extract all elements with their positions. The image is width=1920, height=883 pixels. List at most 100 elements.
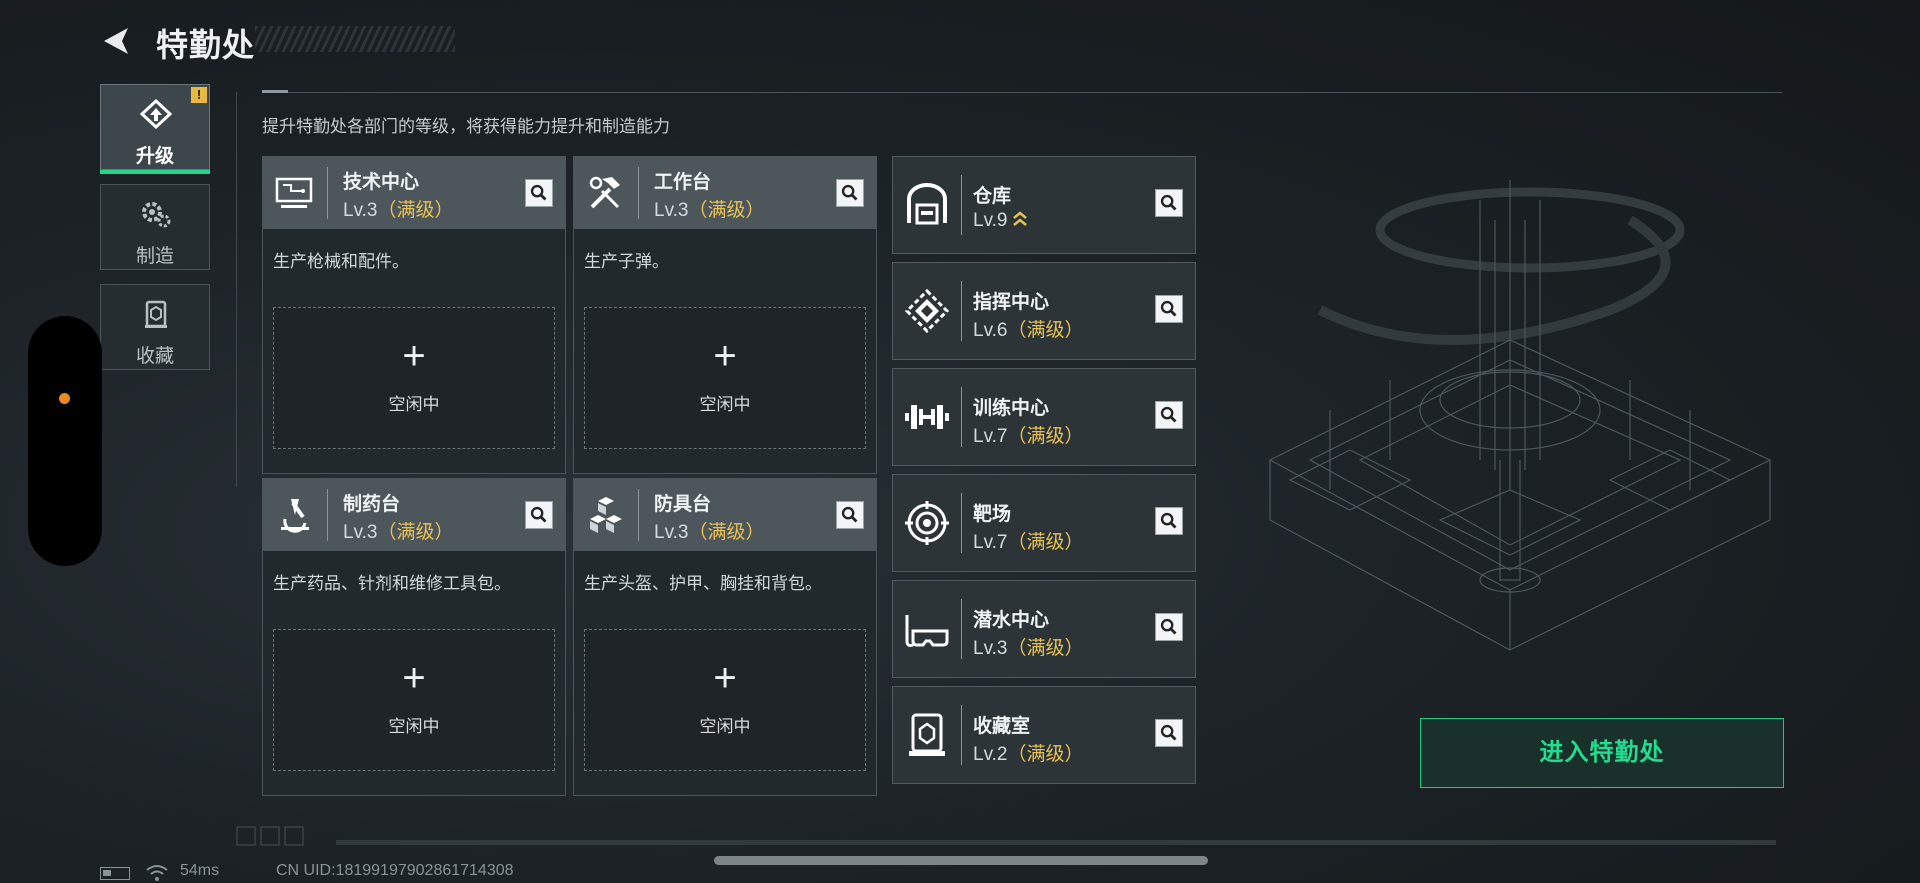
production-slot[interactable]: + 空闲中: [273, 307, 555, 449]
facility-card-shooting-range[interactable]: 靶场 Lv.7（满级）: [892, 474, 1196, 572]
page-subtitle: 提升特勤处各部门的等级，将获得能力提升和制造能力: [262, 117, 670, 136]
slot-status: 空闲中: [699, 395, 751, 414]
separator: [961, 493, 962, 553]
floating-side-pill[interactable]: [28, 316, 102, 566]
max-level-label: （满级）: [1007, 638, 1084, 659]
facility-name: 收藏室: [973, 716, 1031, 737]
inspect-button[interactable]: [836, 501, 864, 529]
search-icon: [1160, 618, 1177, 635]
card-header: 制药台 Lv.3（满级）: [263, 479, 565, 551]
separator: [327, 489, 328, 541]
facility-level: Lv.2（满级）: [973, 744, 1084, 765]
search-icon: [1160, 512, 1177, 529]
workstation-name: 防具台: [654, 494, 712, 515]
collection-room-icon: [909, 713, 945, 756]
page-title: 特勤处: [156, 27, 256, 63]
workstation-description: 生产头盔、护甲、胸挂和背包。: [584, 574, 822, 593]
facility-card-collection-room[interactable]: 收藏室 Lv.2（满级）: [892, 686, 1196, 784]
armor-bench-icon: [590, 497, 622, 533]
workstation-card-pharmacy[interactable]: 制药台 Lv.3（满级） 生产药品、针剂和维修工具包。 + 空闲中: [262, 478, 566, 796]
max-level-label: （满级）: [1007, 320, 1084, 341]
enter-special-ops-button[interactable]: 进入特勤处: [1420, 718, 1784, 788]
command-center-icon: [904, 288, 950, 334]
slot-status: 空闲中: [699, 717, 751, 736]
inspect-button[interactable]: [1155, 401, 1183, 429]
facility-level: Lv.9: [973, 209, 1028, 232]
bottom-track: [336, 840, 1776, 845]
inspect-button[interactable]: [1155, 613, 1183, 641]
pharmacy-icon: [281, 499, 309, 533]
workstation-level: Lv.3（满级）: [654, 522, 765, 543]
inspect-button[interactable]: [525, 179, 553, 207]
search-icon: [1160, 194, 1177, 211]
facility-name: 训练中心: [973, 398, 1050, 419]
inspect-button[interactable]: [1155, 719, 1183, 747]
tab-collection[interactable]: 收藏: [100, 284, 210, 370]
battery-icon: [100, 867, 130, 880]
ping-value: 54ms: [180, 862, 220, 879]
separator: [638, 167, 639, 219]
divider: [262, 92, 1782, 93]
dumbbell-icon: [905, 405, 949, 429]
facility-card-command-center[interactable]: 指挥中心 Lv.6（满级）: [892, 262, 1196, 360]
slot-status: 空闲中: [388, 395, 440, 414]
inspect-button[interactable]: [1155, 295, 1183, 323]
tab-upgrade[interactable]: 升级 !: [100, 84, 210, 174]
facility-card-diving-center[interactable]: 潜水中心 Lv.3（满级）: [892, 580, 1196, 678]
workstation-name: 制药台: [343, 494, 401, 515]
gears-icon: [142, 202, 171, 228]
inspect-button[interactable]: [1155, 189, 1183, 217]
upgrade-available-icon: [1012, 211, 1027, 226]
workstation-card-tech-center[interactable]: 技术中心 Lv.3（满级） 生产枪械和配件。 + 空闲中: [262, 156, 566, 474]
home-indicator[interactable]: [714, 856, 1208, 865]
workbench-icon: [589, 176, 620, 209]
inspect-button[interactable]: [836, 179, 864, 207]
inspect-button[interactable]: [1155, 507, 1183, 535]
separator: [961, 175, 962, 235]
max-level-label: （满级）: [688, 522, 765, 543]
vertical-divider: [236, 92, 237, 487]
facility-name: 潜水中心: [973, 610, 1050, 631]
production-slot[interactable]: + 空闲中: [273, 629, 555, 771]
workstation-card-workbench[interactable]: 工作台 Lv.3（满级） 生产子弹。 + 空闲中: [573, 156, 877, 474]
facility-name: 靶场: [973, 504, 1012, 525]
tab-label: 升级: [135, 146, 174, 167]
plus-icon: +: [402, 334, 426, 378]
user-uid: CN UID:18199197902861714308: [276, 862, 514, 879]
search-icon: [841, 506, 858, 523]
collection-icon: [145, 300, 167, 328]
card-header: 技术中心 Lv.3（满级）: [263, 157, 565, 229]
card-header: 防具台 Lv.3（满级）: [574, 479, 876, 551]
workstation-name: 工作台: [654, 172, 712, 193]
workstation-description: 生产子弹。: [584, 252, 669, 271]
separator: [327, 167, 328, 219]
facility-level: Lv.7（满级）: [973, 532, 1084, 553]
back-arrow-icon[interactable]: [100, 24, 134, 58]
workstation-card-armor-bench[interactable]: 防具台 Lv.3（满级） 生产头盔、护甲、胸挂和背包。 + 空闲中: [573, 478, 877, 796]
facility-card-warehouse[interactable]: 仓库 Lv.9: [892, 156, 1196, 254]
inspect-button[interactable]: [525, 501, 553, 529]
page-indicators: [236, 826, 304, 846]
tab-label: 制造: [135, 246, 174, 267]
divider-mark: [262, 90, 288, 93]
facility-level: Lv.3（满级）: [973, 638, 1084, 659]
search-icon: [530, 506, 547, 523]
separator: [961, 599, 962, 659]
tech-center-icon: [275, 177, 313, 208]
tab-label: 收藏: [135, 346, 174, 367]
wifi-icon: [146, 865, 168, 881]
separator: [961, 281, 962, 341]
tab-craft[interactable]: 制造: [100, 184, 210, 270]
production-slot[interactable]: + 空闲中: [584, 307, 866, 449]
target-icon: [905, 501, 949, 545]
card-header: 工作台 Lv.3（满级）: [574, 157, 876, 229]
max-level-label: （满级）: [377, 200, 454, 221]
search-icon: [841, 184, 858, 201]
search-icon: [1160, 406, 1177, 423]
search-icon: [1160, 300, 1177, 317]
separator: [961, 387, 962, 447]
production-slot[interactable]: + 空闲中: [584, 629, 866, 771]
max-level-label: （满级）: [1007, 744, 1084, 765]
facility-card-training-center[interactable]: 训练中心 Lv.7（满级）: [892, 368, 1196, 466]
workstation-level: Lv.3（满级）: [343, 200, 454, 221]
